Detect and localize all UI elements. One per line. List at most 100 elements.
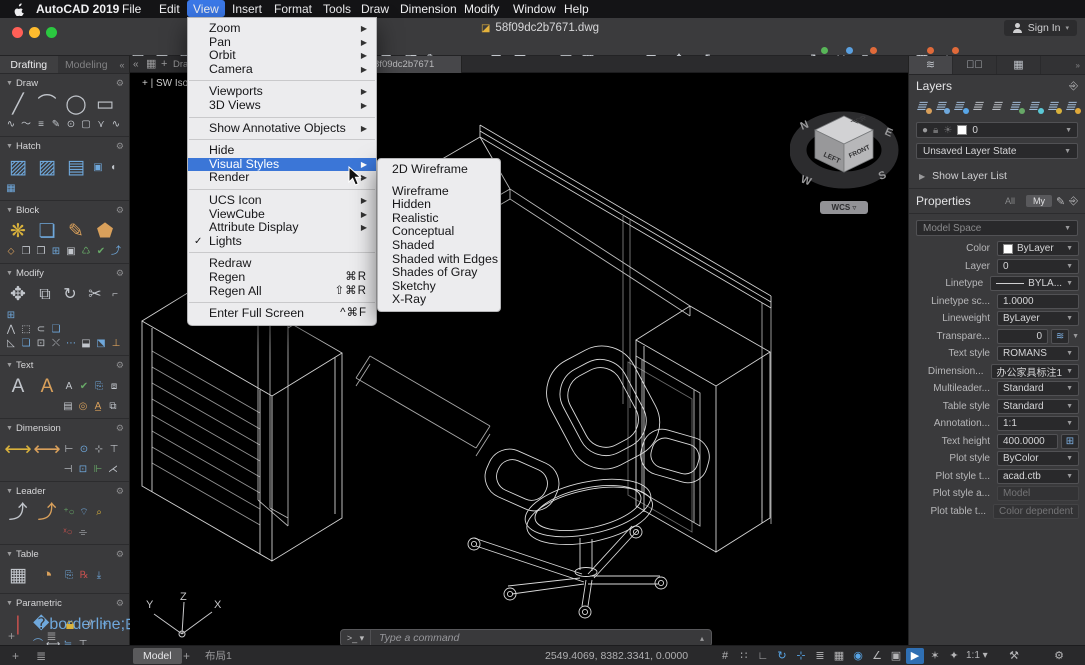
layer-state-dropdown[interactable]: Unsaved Layer State ▼ bbox=[916, 143, 1078, 159]
coincident-constraint-tool[interactable]: ⌖ bbox=[98, 618, 112, 632]
boundary-tool[interactable]: ▣ bbox=[91, 161, 105, 175]
mtext-tool[interactable]: A bbox=[4, 374, 32, 400]
transparency-layers-button[interactable]: ≋ bbox=[1051, 329, 1069, 344]
mirror-tool[interactable]: ⋀ bbox=[4, 323, 18, 337]
autoscale-toggle[interactable]: ✦ bbox=[945, 646, 963, 665]
settings-gear-icon[interactable]: ⚙ bbox=[1050, 646, 1068, 665]
layer-color-swatch[interactable] bbox=[957, 125, 967, 135]
table-style-tool[interactable]: ⎘ bbox=[62, 569, 76, 583]
menu-help[interactable]: Help bbox=[558, 0, 595, 18]
leader-style-tool[interactable]: ⌯ bbox=[76, 526, 90, 540]
tab-modeling[interactable]: Modeling bbox=[58, 56, 116, 73]
menu-modify[interactable]: Modify bbox=[458, 0, 505, 18]
hatch-edit-tool[interactable]: ▨ bbox=[33, 155, 61, 181]
rectangle-tool[interactable]: ▭ bbox=[91, 92, 119, 118]
viewcube[interactable]: N E S W TOP LEFT FRONT bbox=[790, 108, 902, 214]
pdf-text-tool[interactable]: ⧈ bbox=[107, 380, 121, 394]
layer-lock-icon[interactable] bbox=[1046, 99, 1063, 114]
menu-item-camera[interactable]: Camera▶ bbox=[188, 63, 376, 77]
submenu-item-realistic[interactable]: Realistic bbox=[378, 212, 500, 226]
table-link-tool[interactable]: ℞ bbox=[77, 569, 91, 583]
menu-item-enter-full-screen[interactable]: Enter Full Screen^⌘F bbox=[188, 307, 376, 321]
linetype-scale-input[interactable]: 1.0000 bbox=[997, 294, 1079, 309]
dynamic-input-toggle[interactable]: ▣ bbox=[887, 646, 905, 665]
gear-icon[interactable]: ⚙ bbox=[116, 268, 124, 279]
tab-table-icon[interactable]: ▦ bbox=[997, 56, 1041, 74]
submenu-item-conceptual[interactable]: Conceptual bbox=[378, 225, 500, 239]
trim-tool[interactable]: ✂ bbox=[83, 284, 107, 306]
quick-dimension-tool[interactable]: ⊡ bbox=[76, 463, 90, 477]
tolerance-tool[interactable]: ⊩ bbox=[91, 463, 105, 477]
revision-cloud-tool[interactable]: ∿ bbox=[109, 118, 123, 132]
multileader-style-dropdown[interactable]: Standard▼ bbox=[997, 381, 1079, 396]
line-tool[interactable]: ╱ bbox=[4, 92, 32, 118]
tag-tool[interactable]: ⬦ bbox=[4, 245, 18, 259]
continue-dimension-tool[interactable]: ⊣ bbox=[61, 463, 75, 477]
multileader-tool[interactable]: ⤴ bbox=[4, 500, 32, 526]
radius-dimension-tool[interactable]: ⊙ bbox=[77, 443, 91, 457]
scale-tool[interactable]: ❏ bbox=[19, 337, 33, 351]
parallel-constraint-tool[interactable]: ⫽ bbox=[83, 618, 97, 632]
submenu-item-sketchy[interactable]: Sketchy bbox=[378, 280, 500, 294]
menu-file[interactable]: File bbox=[116, 0, 147, 18]
text-edit-tool[interactable]: A bbox=[33, 374, 61, 400]
layer-freeze-icon[interactable] bbox=[1027, 99, 1044, 114]
sign-in-button[interactable]: Sign In ▾ bbox=[1004, 20, 1077, 36]
fillet-tool[interactable]: ⌐ bbox=[108, 288, 122, 302]
menu-insert[interactable]: Insert bbox=[226, 0, 268, 18]
menu-item-zoom[interactable]: Zoom▶ bbox=[188, 22, 376, 36]
align-tool[interactable]: ⬔ bbox=[94, 337, 108, 351]
selection-context-dropdown[interactable]: Model Space ▼ bbox=[916, 220, 1078, 236]
table-tool[interactable]: ▦ bbox=[4, 563, 32, 589]
text-style-tool[interactable]: A bbox=[62, 380, 76, 394]
popout-icon[interactable]: ⎆ bbox=[1069, 80, 1078, 93]
menu-item-orbit[interactable]: Orbit▶ bbox=[188, 49, 376, 63]
submenu-item-x-ray[interactable]: X-Ray bbox=[378, 293, 500, 307]
menu-window[interactable]: Window bbox=[507, 0, 562, 18]
new-layer-icon[interactable] bbox=[915, 99, 932, 114]
wipeout-tool[interactable]: ◖ bbox=[106, 161, 120, 175]
layer-edit-icon[interactable] bbox=[934, 99, 951, 114]
snap-toggle[interactable]: ∷ bbox=[735, 646, 753, 665]
text-style-dropdown[interactable]: ROMANS▼ bbox=[997, 346, 1079, 361]
create-block-tool[interactable]: ❋ bbox=[4, 219, 32, 245]
spline-tool[interactable]: ∿ bbox=[4, 118, 18, 132]
pdf-export-tool[interactable]: ⧉ bbox=[106, 400, 120, 414]
layer-on-icon[interactable]: ☀ bbox=[943, 125, 952, 136]
table-edit-tool[interactable]: ◔ bbox=[33, 563, 61, 589]
submenu-item-shades-of-gray[interactable]: Shades of Gray bbox=[378, 266, 500, 280]
baseline-dimension-tool[interactable]: ⊤ bbox=[107, 443, 121, 457]
app-menu[interactable]: AutoCAD 2019 bbox=[30, 0, 125, 18]
text-align-tool[interactable]: ⎘ bbox=[92, 380, 106, 394]
text-frame-tool[interactable]: ▤ bbox=[61, 400, 75, 414]
collapse-palette-icon[interactable]: « bbox=[115, 56, 129, 73]
add-palette-icon[interactable]: + bbox=[12, 646, 19, 665]
submenu-item-shaded[interactable]: Shaded bbox=[378, 239, 500, 253]
color-dropdown[interactable]: ByLayer▼ bbox=[997, 241, 1079, 256]
offset-tool[interactable]: ⊂ bbox=[34, 323, 48, 337]
hatch-line-tool[interactable]: ✎ bbox=[49, 118, 63, 132]
transparency-slider[interactable]: 0 bbox=[997, 329, 1048, 344]
panel-overflow-icon[interactable]: » bbox=[1041, 56, 1085, 74]
polyline-tool[interactable]: 〜 bbox=[19, 118, 33, 132]
isometric-draft-toggle[interactable]: ⊹ bbox=[792, 646, 810, 665]
aligned-dimension-tool[interactable]: ⊢ bbox=[62, 443, 76, 457]
collapse-triangle-icon[interactable]: ▼ bbox=[6, 143, 13, 150]
text-height-pick-button[interactable]: ⊞ bbox=[1061, 434, 1079, 449]
table-style-dropdown[interactable]: Standard▼ bbox=[997, 399, 1079, 414]
ortho-toggle[interactable]: ∟ bbox=[754, 646, 772, 665]
join-tool[interactable]: ⊡ bbox=[34, 337, 48, 351]
menu-item-3d-views[interactable]: 3D Views▶ bbox=[188, 99, 376, 113]
menu-item-hide[interactable]: Hide bbox=[188, 144, 376, 158]
text-import-tool[interactable]: A̲ bbox=[91, 400, 105, 414]
linear-dimension-tool[interactable]: ⟷ bbox=[4, 437, 32, 463]
layer-merge-icon[interactable] bbox=[971, 99, 988, 114]
remove-leader-tool[interactable]: ˣ○ bbox=[61, 526, 75, 540]
ellipse-tool[interactable]: ⊙ bbox=[64, 118, 78, 132]
selection-cycling-toggle[interactable]: ▶ bbox=[906, 648, 924, 664]
collapse-triangle-icon[interactable]: ▼ bbox=[6, 488, 13, 495]
edit-attribute-tool[interactable]: ⬟ bbox=[91, 219, 119, 245]
menu-dimension[interactable]: Dimension bbox=[394, 0, 463, 18]
menu-item-lights[interactable]: ✓Lights bbox=[188, 235, 376, 249]
collapse-triangle-icon[interactable]: ▼ bbox=[6, 551, 13, 558]
